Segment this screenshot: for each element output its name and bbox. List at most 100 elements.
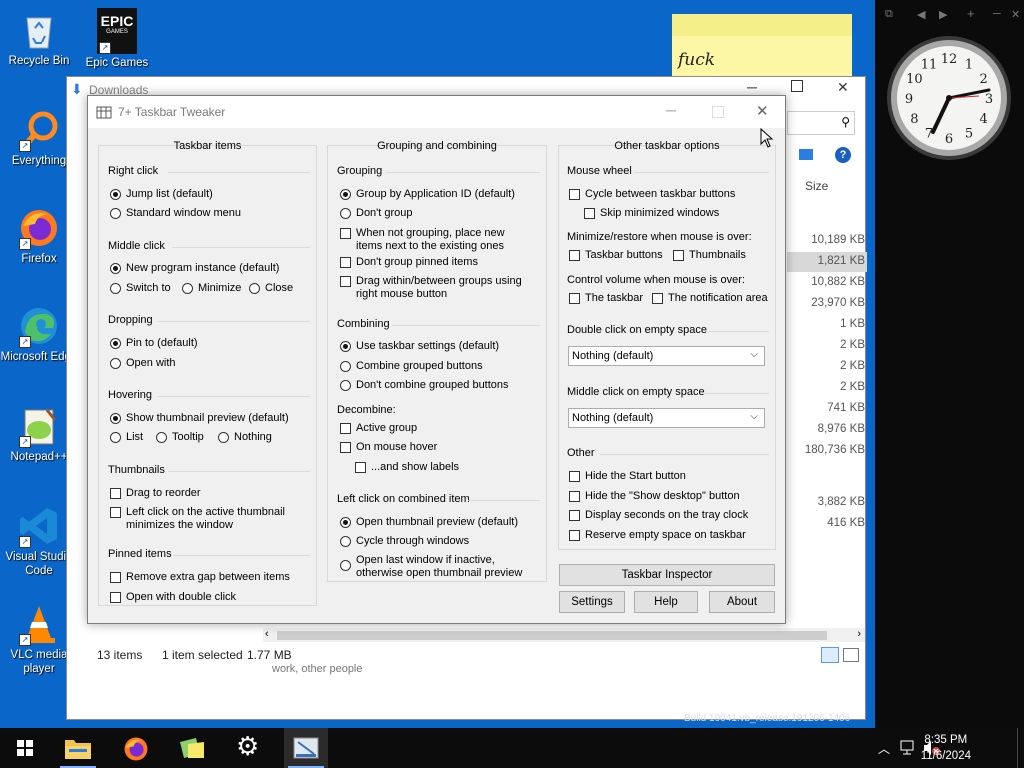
checkbox[interactable] (110, 488, 121, 499)
gadget-minimize-icon[interactable]: ─ (993, 8, 1001, 20)
gadget-window-icon[interactable]: ⧉ (885, 8, 893, 21)
sticky-note[interactable]: fuck (672, 14, 852, 84)
option-label: Drag to reorder (126, 487, 201, 499)
taskbar-settings[interactable]: ⚙ (228, 728, 272, 768)
settings-button[interactable]: Settings (559, 591, 625, 613)
checkbox[interactable] (569, 510, 580, 521)
double-click-select[interactable]: Nothing (default) ⌵ (568, 346, 765, 366)
show-desktop-button[interactable] (1017, 728, 1024, 768)
explorer-search-box[interactable]: ⚲ (787, 111, 855, 135)
network-icon[interactable] (900, 740, 918, 756)
chevron-down-icon: ⌵ (750, 411, 758, 422)
scroll-left-icon[interactable]: ‹ (265, 628, 269, 640)
radio[interactable] (340, 560, 351, 571)
checkbox[interactable] (110, 592, 121, 603)
desktop-icon-epic-games[interactable]: EPIC GAMES ↗ Epic Games (78, 8, 156, 70)
option-label: Don't group (356, 207, 413, 219)
horizontal-scrollbar[interactable]: ‹ › (263, 628, 865, 642)
preview-pane-icon[interactable] (799, 149, 813, 160)
checkbox[interactable] (569, 189, 580, 200)
gadget-prev-icon[interactable]: ◀ (917, 8, 925, 21)
scroll-right-icon[interactable]: › (857, 628, 861, 640)
size-column-header[interactable]: Size (805, 179, 828, 193)
clock-numeral: 5 (965, 127, 973, 142)
taskbar-clock[interactable]: 8:35 PM 11/6/2024 (921, 732, 971, 764)
radio[interactable] (182, 283, 193, 294)
radio[interactable] (340, 380, 351, 391)
option-label: The notification area (668, 292, 768, 304)
checkbox[interactable] (569, 250, 580, 261)
checkbox[interactable] (569, 471, 580, 482)
radio-selected[interactable] (110, 189, 121, 200)
checkbox[interactable] (569, 530, 580, 541)
checkbox[interactable] (569, 491, 580, 502)
vlc-cone-icon: ↗ (17, 602, 61, 646)
checkbox[interactable] (340, 257, 351, 268)
help-button[interactable]: Help (634, 591, 698, 613)
analog-clock-gadget[interactable]: 12 12 3 45678 9 1011 (885, 34, 1013, 162)
middle-click-select[interactable]: Nothing (default) ⌵ (568, 408, 765, 428)
sticky-notes-icon (180, 738, 204, 758)
vscode-icon: ↗ (17, 504, 61, 548)
checkbox[interactable] (673, 250, 684, 261)
radio-selected[interactable] (340, 341, 351, 352)
taskbar-sticky-notes[interactable] (170, 728, 214, 768)
taskbar-tweaker-dialog[interactable]: 7+ Taskbar Tweaker ─ ✕ Taskbar items Gro… (87, 95, 786, 624)
radio[interactable] (340, 208, 351, 219)
gadget-next-icon[interactable]: ▶ (939, 8, 947, 21)
sticky-note-text[interactable]: fuck (678, 50, 715, 70)
checkbox[interactable] (652, 293, 663, 304)
explorer-minimize-button[interactable]: ─ (747, 79, 757, 95)
gadget-close-icon[interactable]: ✕ (1011, 8, 1020, 21)
checkbox[interactable] (340, 228, 351, 239)
gadget-add-icon[interactable]: + (967, 6, 975, 21)
desktop-icon-recycle-bin[interactable]: Recycle Bin (0, 8, 78, 68)
status-item-count: 13 items (97, 648, 143, 662)
taskbar-file-explorer[interactable] (56, 728, 100, 768)
taskbar-taskbar-tweaker[interactable] (284, 728, 328, 768)
radio[interactable] (110, 208, 121, 219)
scroll-thumb[interactable] (277, 631, 827, 640)
about-button[interactable]: About (709, 591, 775, 613)
radio-selected[interactable] (110, 263, 121, 274)
explorer-close-button[interactable]: ✕ (837, 79, 849, 96)
dialog-close-button[interactable]: ✕ (756, 102, 769, 120)
help-icon[interactable]: ? (835, 147, 851, 163)
decombine-label: Decombine: (337, 404, 396, 416)
radio[interactable] (218, 432, 229, 443)
taskbar-firefox[interactable] (114, 728, 158, 768)
checkbox[interactable] (355, 462, 366, 473)
checkbox[interactable] (110, 572, 121, 583)
checkbox[interactable] (340, 423, 351, 434)
details-view-icon[interactable] (821, 647, 839, 663)
mouse-cursor-icon (760, 128, 774, 148)
radio[interactable] (110, 358, 121, 369)
radio[interactable] (156, 432, 167, 443)
checkbox[interactable] (569, 293, 580, 304)
dialog-maximize-button[interactable] (712, 106, 724, 118)
radio-selected[interactable] (340, 189, 351, 200)
radio[interactable] (340, 536, 351, 547)
start-button[interactable] (2, 728, 46, 768)
radio[interactable] (110, 432, 121, 443)
explorer-maximize-button[interactable] (791, 80, 803, 92)
radio-selected[interactable] (340, 517, 351, 528)
radio-selected[interactable] (110, 338, 121, 349)
checkbox[interactable] (340, 442, 351, 453)
taskbar-inspector-button[interactable]: Taskbar Inspector (559, 564, 775, 586)
radio[interactable] (249, 283, 260, 294)
checkbox[interactable] (110, 507, 121, 518)
option-label: List (126, 431, 144, 443)
dialog-minimize-button[interactable]: ─ (666, 102, 676, 118)
option-label: Close (265, 282, 294, 294)
firefox-icon (124, 737, 148, 761)
chevron-up-icon[interactable]: ︿ (878, 740, 890, 757)
radio-selected[interactable] (110, 413, 121, 424)
checkbox[interactable] (584, 208, 595, 219)
radio[interactable] (110, 283, 121, 294)
dialog-title-bar[interactable]: 7+ Taskbar Tweaker ─ ✕ (88, 96, 785, 128)
radio[interactable] (340, 361, 351, 372)
taskbar-time: 8:35 PM (924, 734, 968, 746)
checkbox[interactable] (340, 276, 351, 287)
tiles-view-icon[interactable] (843, 648, 859, 662)
